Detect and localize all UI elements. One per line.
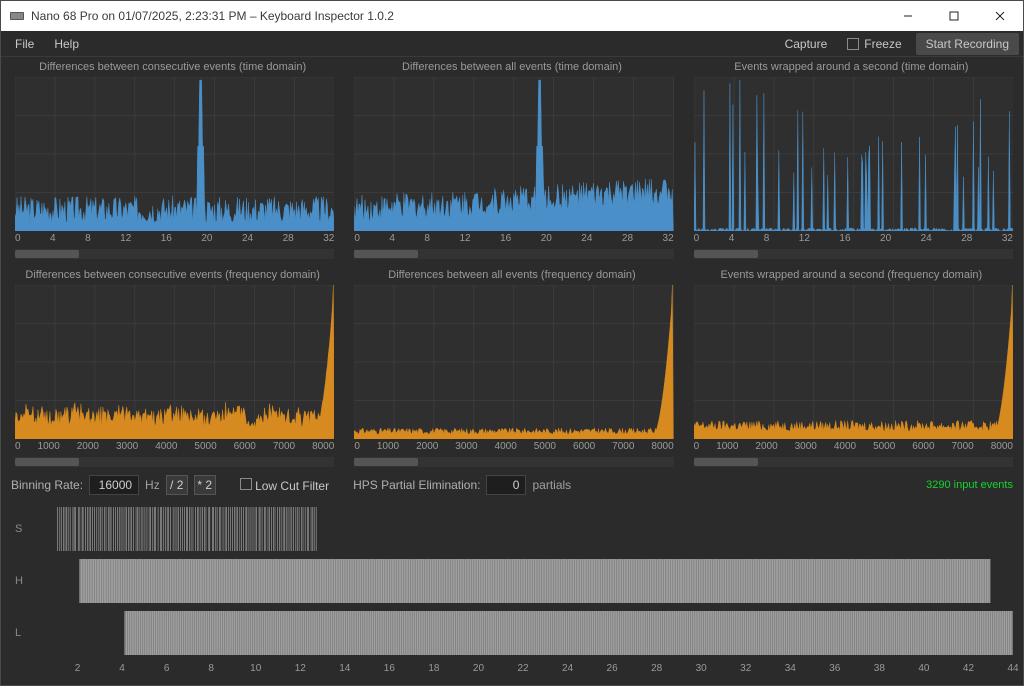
plot-x-axis: 010002000300040005000600070008000 <box>15 441 334 453</box>
plot-x-axis: 048121620242832 <box>15 233 334 245</box>
close-button[interactable] <box>977 1 1023 31</box>
timeline-panel: SHL2468101214161820222426283032343638404… <box>7 503 1017 679</box>
timeline-row-H[interactable]: H <box>33 559 1013 603</box>
binning-div2-button[interactable]: / 2 <box>166 475 188 495</box>
input-events-status: 3290 input events <box>926 479 1013 491</box>
menu-bar: File Help Capture Freeze Start Recording <box>1 31 1023 57</box>
plot-x-axis: 010002000300040005000600070008000 <box>694 441 1013 453</box>
plot-title: Differences between consecutive events (… <box>7 267 338 285</box>
timeline-row-label: L <box>15 627 21 639</box>
plot-4[interactable]: Differences between all events (frequenc… <box>346 267 677 467</box>
plot-title: Differences between consecutive events (… <box>7 59 338 77</box>
binning-mul2-button[interactable]: * 2 <box>194 475 216 495</box>
menu-file[interactable]: File <box>5 33 44 55</box>
plot-canvas[interactable] <box>354 285 673 439</box>
control-bar: Binning Rate: 16000 Hz / 2 * 2 Low Cut F… <box>7 471 1017 499</box>
plot-1[interactable]: Differences between all events (time dom… <box>346 59 677 259</box>
plot-canvas[interactable] <box>354 77 673 231</box>
low-cut-checkbox[interactable]: Low Cut Filter <box>240 478 329 493</box>
plot-title: Events wrapped around a second (frequenc… <box>686 267 1017 285</box>
checkbox-icon <box>847 38 859 50</box>
maximize-button[interactable] <box>931 1 977 31</box>
timeline-canvas[interactable] <box>33 559 1013 603</box>
low-cut-label: Low Cut Filter <box>255 479 329 493</box>
plot-x-axis: 048121620242832 <box>354 233 673 245</box>
binning-rate-label: Binning Rate: <box>11 478 83 492</box>
plot-3[interactable]: Differences between consecutive events (… <box>7 267 338 467</box>
timeline-canvas[interactable] <box>33 507 1013 551</box>
plot-title: Differences between all events (time dom… <box>346 59 677 77</box>
plot-scrollbar[interactable] <box>15 249 334 259</box>
plot-2[interactable]: Events wrapped around a second (time dom… <box>686 59 1017 259</box>
plot-scrollbar[interactable] <box>354 457 673 467</box>
timeline-row-label: S <box>15 523 22 535</box>
app-icon <box>9 8 25 24</box>
hps-unit: partials <box>532 478 571 492</box>
timeline-row-S[interactable]: S <box>33 507 1013 551</box>
checkbox-icon <box>240 478 252 490</box>
plot-scrollbar[interactable] <box>694 249 1013 259</box>
plot-scrollbar[interactable] <box>354 249 673 259</box>
plot-x-axis: 048121620242832 <box>694 233 1013 245</box>
plot-canvas[interactable] <box>15 77 334 231</box>
timeline-x-axis: 2468101214161820222426283032343638404244 <box>33 663 1013 679</box>
freeze-checkbox[interactable]: Freeze <box>837 37 911 51</box>
start-recording-button[interactable]: Start Recording <box>916 33 1019 55</box>
timeline-canvas[interactable] <box>69 611 1013 655</box>
plot-grid: Differences between consecutive events (… <box>7 59 1017 467</box>
hps-label: HPS Partial Elimination: <box>353 478 480 492</box>
minimize-button[interactable] <box>885 1 931 31</box>
plot-title: Differences between all events (frequenc… <box>346 267 677 285</box>
plot-0[interactable]: Differences between consecutive events (… <box>7 59 338 259</box>
capture-button[interactable]: Capture <box>775 33 838 55</box>
window-title: Nano 68 Pro on 01/07/2025, 2:23:31 PM – … <box>31 9 885 23</box>
timeline-row-L[interactable]: L <box>33 611 1013 655</box>
plot-title: Events wrapped around a second (time dom… <box>686 59 1017 77</box>
plot-canvas[interactable] <box>694 77 1013 231</box>
freeze-label: Freeze <box>864 37 901 51</box>
plot-scrollbar[interactable] <box>15 457 334 467</box>
plot-canvas[interactable] <box>15 285 334 439</box>
binning-rate-input[interactable]: 16000 <box>89 475 139 495</box>
plot-x-axis: 010002000300040005000600070008000 <box>354 441 673 453</box>
plot-canvas[interactable] <box>694 285 1013 439</box>
menu-help[interactable]: Help <box>44 33 89 55</box>
title-bar: Nano 68 Pro on 01/07/2025, 2:23:31 PM – … <box>1 1 1023 31</box>
binning-rate-unit: Hz <box>145 478 160 492</box>
timeline-row-label: H <box>15 575 23 587</box>
hps-input[interactable]: 0 <box>486 475 526 495</box>
plot-scrollbar[interactable] <box>694 457 1013 467</box>
plot-5[interactable]: Events wrapped around a second (frequenc… <box>686 267 1017 467</box>
